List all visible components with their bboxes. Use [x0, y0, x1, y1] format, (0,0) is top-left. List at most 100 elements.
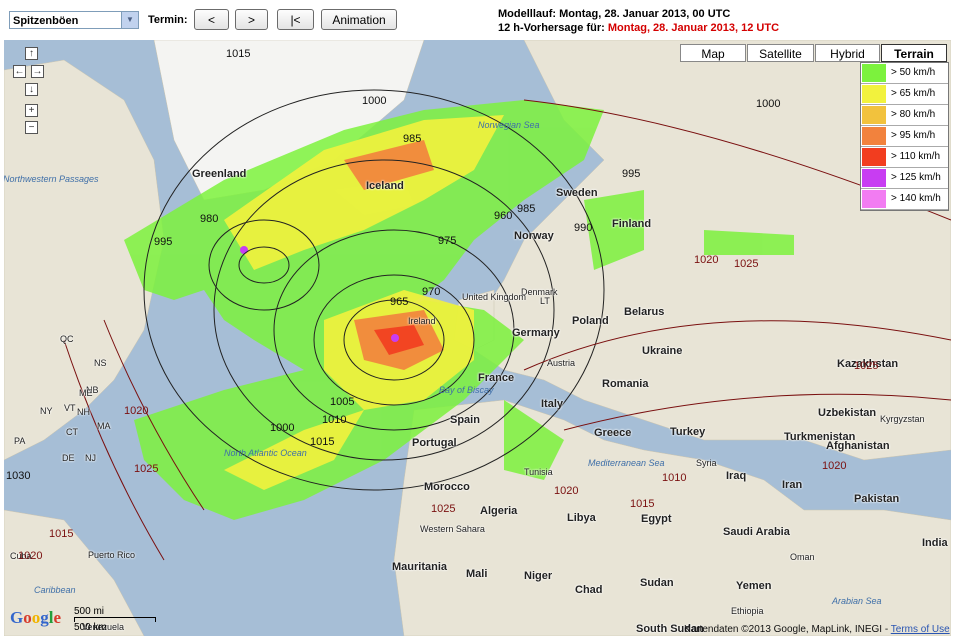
isobar-label: 1010 — [662, 472, 687, 484]
label-belarus: Belarus — [624, 306, 665, 318]
label-spain: Spain — [450, 414, 480, 426]
label-greenland: Greenland — [192, 168, 247, 180]
isobar-label: 960 — [494, 210, 513, 222]
label-iran: Iran — [782, 479, 803, 491]
isobar-label: 1010 — [322, 414, 347, 426]
label-mali: Mali — [466, 568, 488, 580]
terms-of-use-link[interactable]: Terms of Use — [891, 624, 950, 635]
label-libya: Libya — [567, 512, 596, 524]
label-arabian-sea: Arabian Sea — [832, 596, 882, 606]
parameter-select-value: Spitzenböen — [13, 15, 79, 27]
prev-button[interactable]: < — [194, 9, 229, 30]
isobar-label: 985 — [403, 133, 422, 145]
label-lt: LT — [540, 296, 550, 306]
forecast-value: Montag, 28. Januar 2013, 12 UTC — [607, 22, 780, 34]
legend-label: > 50 km/h — [891, 67, 936, 78]
pan-down-icon[interactable]: ↓ — [25, 83, 38, 96]
label-ny: NY — [40, 406, 53, 416]
legend-label: > 65 km/h — [891, 88, 936, 99]
label-tunisia: Tunisia — [524, 467, 553, 477]
scale-km: 500 km — [74, 622, 107, 633]
label-india: India — [922, 537, 948, 549]
termin-label: Termin: — [148, 14, 188, 26]
legend-swatch — [862, 127, 886, 145]
pan-right-icon[interactable]: → — [31, 65, 44, 78]
label-saudi-arabia: Saudi Arabia — [723, 526, 790, 538]
isobar-label: 1015 — [310, 436, 335, 448]
legend-swatch — [862, 106, 886, 124]
toolbar: Spitzenböen ▼ Termin: < > |< Animation M… — [0, 0, 953, 38]
google-logo: Google — [10, 608, 62, 627]
maptype-terrain[interactable]: Terrain — [881, 44, 947, 62]
label-bay-of-biscay: Bay of Biscay — [439, 385, 494, 395]
isobar-label: 985 — [517, 203, 536, 215]
label-ethiopia: Ethiopia — [731, 606, 764, 616]
label-uzbekistan: Uzbekistan — [818, 407, 877, 419]
isobar-label: 995 — [154, 236, 173, 248]
map-canvas[interactable]: Map Satellite Hybrid Terrain > 50 km/h > … — [4, 40, 951, 636]
legend-label: > 80 km/h — [891, 109, 936, 120]
map-attribution: Kartendaten ©2013 Google, MapLink, INEGI… — [684, 624, 950, 635]
isobar-label: 1000 — [756, 98, 781, 110]
label-yemen: Yemen — [736, 580, 772, 592]
first-button[interactable]: |< — [277, 9, 314, 30]
label-ns: NS — [94, 358, 107, 368]
zoom-out-icon[interactable]: − — [25, 121, 38, 134]
animation-button[interactable]: Animation — [321, 9, 397, 30]
label-western-sahara: Western Sahara — [420, 524, 485, 534]
label-afghanistan: Afghanistan — [826, 440, 890, 452]
label-niger: Niger — [524, 570, 553, 582]
label-pakistan: Pakistan — [854, 493, 900, 505]
run-info: Modelllauf: Montag, 28. Januar 2013, 00 … — [498, 7, 779, 35]
label-northwestern-passages: Northwestern Passages — [4, 174, 99, 184]
chevron-down-icon[interactable]: ▼ — [121, 12, 138, 28]
forecast-prefix: 12 h-Vorhersage für: — [498, 22, 605, 34]
forecast-line: 12 h-Vorhersage für: Montag, 28. Januar … — [498, 21, 779, 35]
isobar-label: 1025 — [134, 463, 159, 475]
label-algeria: Algeria — [480, 505, 518, 517]
isobar-label: 990 — [574, 222, 593, 234]
maptype-map[interactable]: Map — [680, 44, 746, 62]
label-ireland: Ireland — [408, 316, 436, 326]
legend-label: > 95 km/h — [891, 130, 936, 141]
isobar-label: 1005 — [330, 396, 355, 408]
isobar-label: 995 — [622, 168, 641, 180]
label-mauritania: Mauritania — [392, 561, 448, 573]
label-mediterranean: Mediterranean Sea — [588, 458, 665, 468]
pan-left-icon[interactable]: ← — [13, 65, 26, 78]
label-syria: Syria — [696, 458, 717, 468]
label-iceland: Iceland — [366, 180, 404, 192]
label-egypt: Egypt — [641, 513, 672, 525]
next-button[interactable]: > — [235, 9, 268, 30]
maptype-satellite[interactable]: Satellite — [747, 44, 814, 62]
model-run-value: Montag, 28. Januar 2013, 00 UTC — [559, 8, 731, 20]
label-iraq: Iraq — [726, 470, 747, 482]
scale-bar: 500 mi 500 km — [74, 606, 156, 633]
pan-up-icon[interactable]: ↑ — [25, 47, 38, 60]
legend-row: > 140 km/h — [861, 189, 948, 210]
label-germany: Germany — [512, 327, 560, 339]
label-puerto-rico: Puerto Rico — [88, 550, 136, 560]
label-north-atlantic: North Atlantic Ocean — [224, 448, 307, 458]
maptype-hybrid[interactable]: Hybrid — [815, 44, 880, 62]
gust-legend: > 50 km/h > 65 km/h > 80 km/h > 95 km/h > 11… — [860, 62, 949, 211]
label-united-kingdom: United Kingdom — [462, 292, 527, 302]
zoom-in-icon[interactable]: + — [25, 104, 38, 117]
label-morocco: Morocco — [424, 481, 470, 493]
isobar-label: 1020 — [694, 254, 719, 266]
label-finland: Finland — [612, 218, 652, 230]
label-romania: Romania — [602, 378, 649, 390]
isobar-label: 1015 — [630, 498, 655, 510]
isobar-label: 965 — [390, 296, 409, 308]
legend-row: > 50 km/h — [861, 63, 948, 84]
isobar-label: 980 — [200, 213, 219, 225]
legend-swatch — [862, 190, 886, 208]
label-chad: Chad — [575, 584, 603, 596]
label-portugal: Portugal — [412, 437, 457, 449]
parameter-select[interactable]: Spitzenböen ▼ — [9, 11, 139, 29]
label-austria: Austria — [547, 358, 576, 368]
legend-label: > 110 km/h — [891, 151, 941, 162]
gust-band-125 — [391, 334, 399, 342]
legend-label: > 140 km/h — [891, 193, 941, 204]
legend-swatch — [862, 85, 886, 103]
